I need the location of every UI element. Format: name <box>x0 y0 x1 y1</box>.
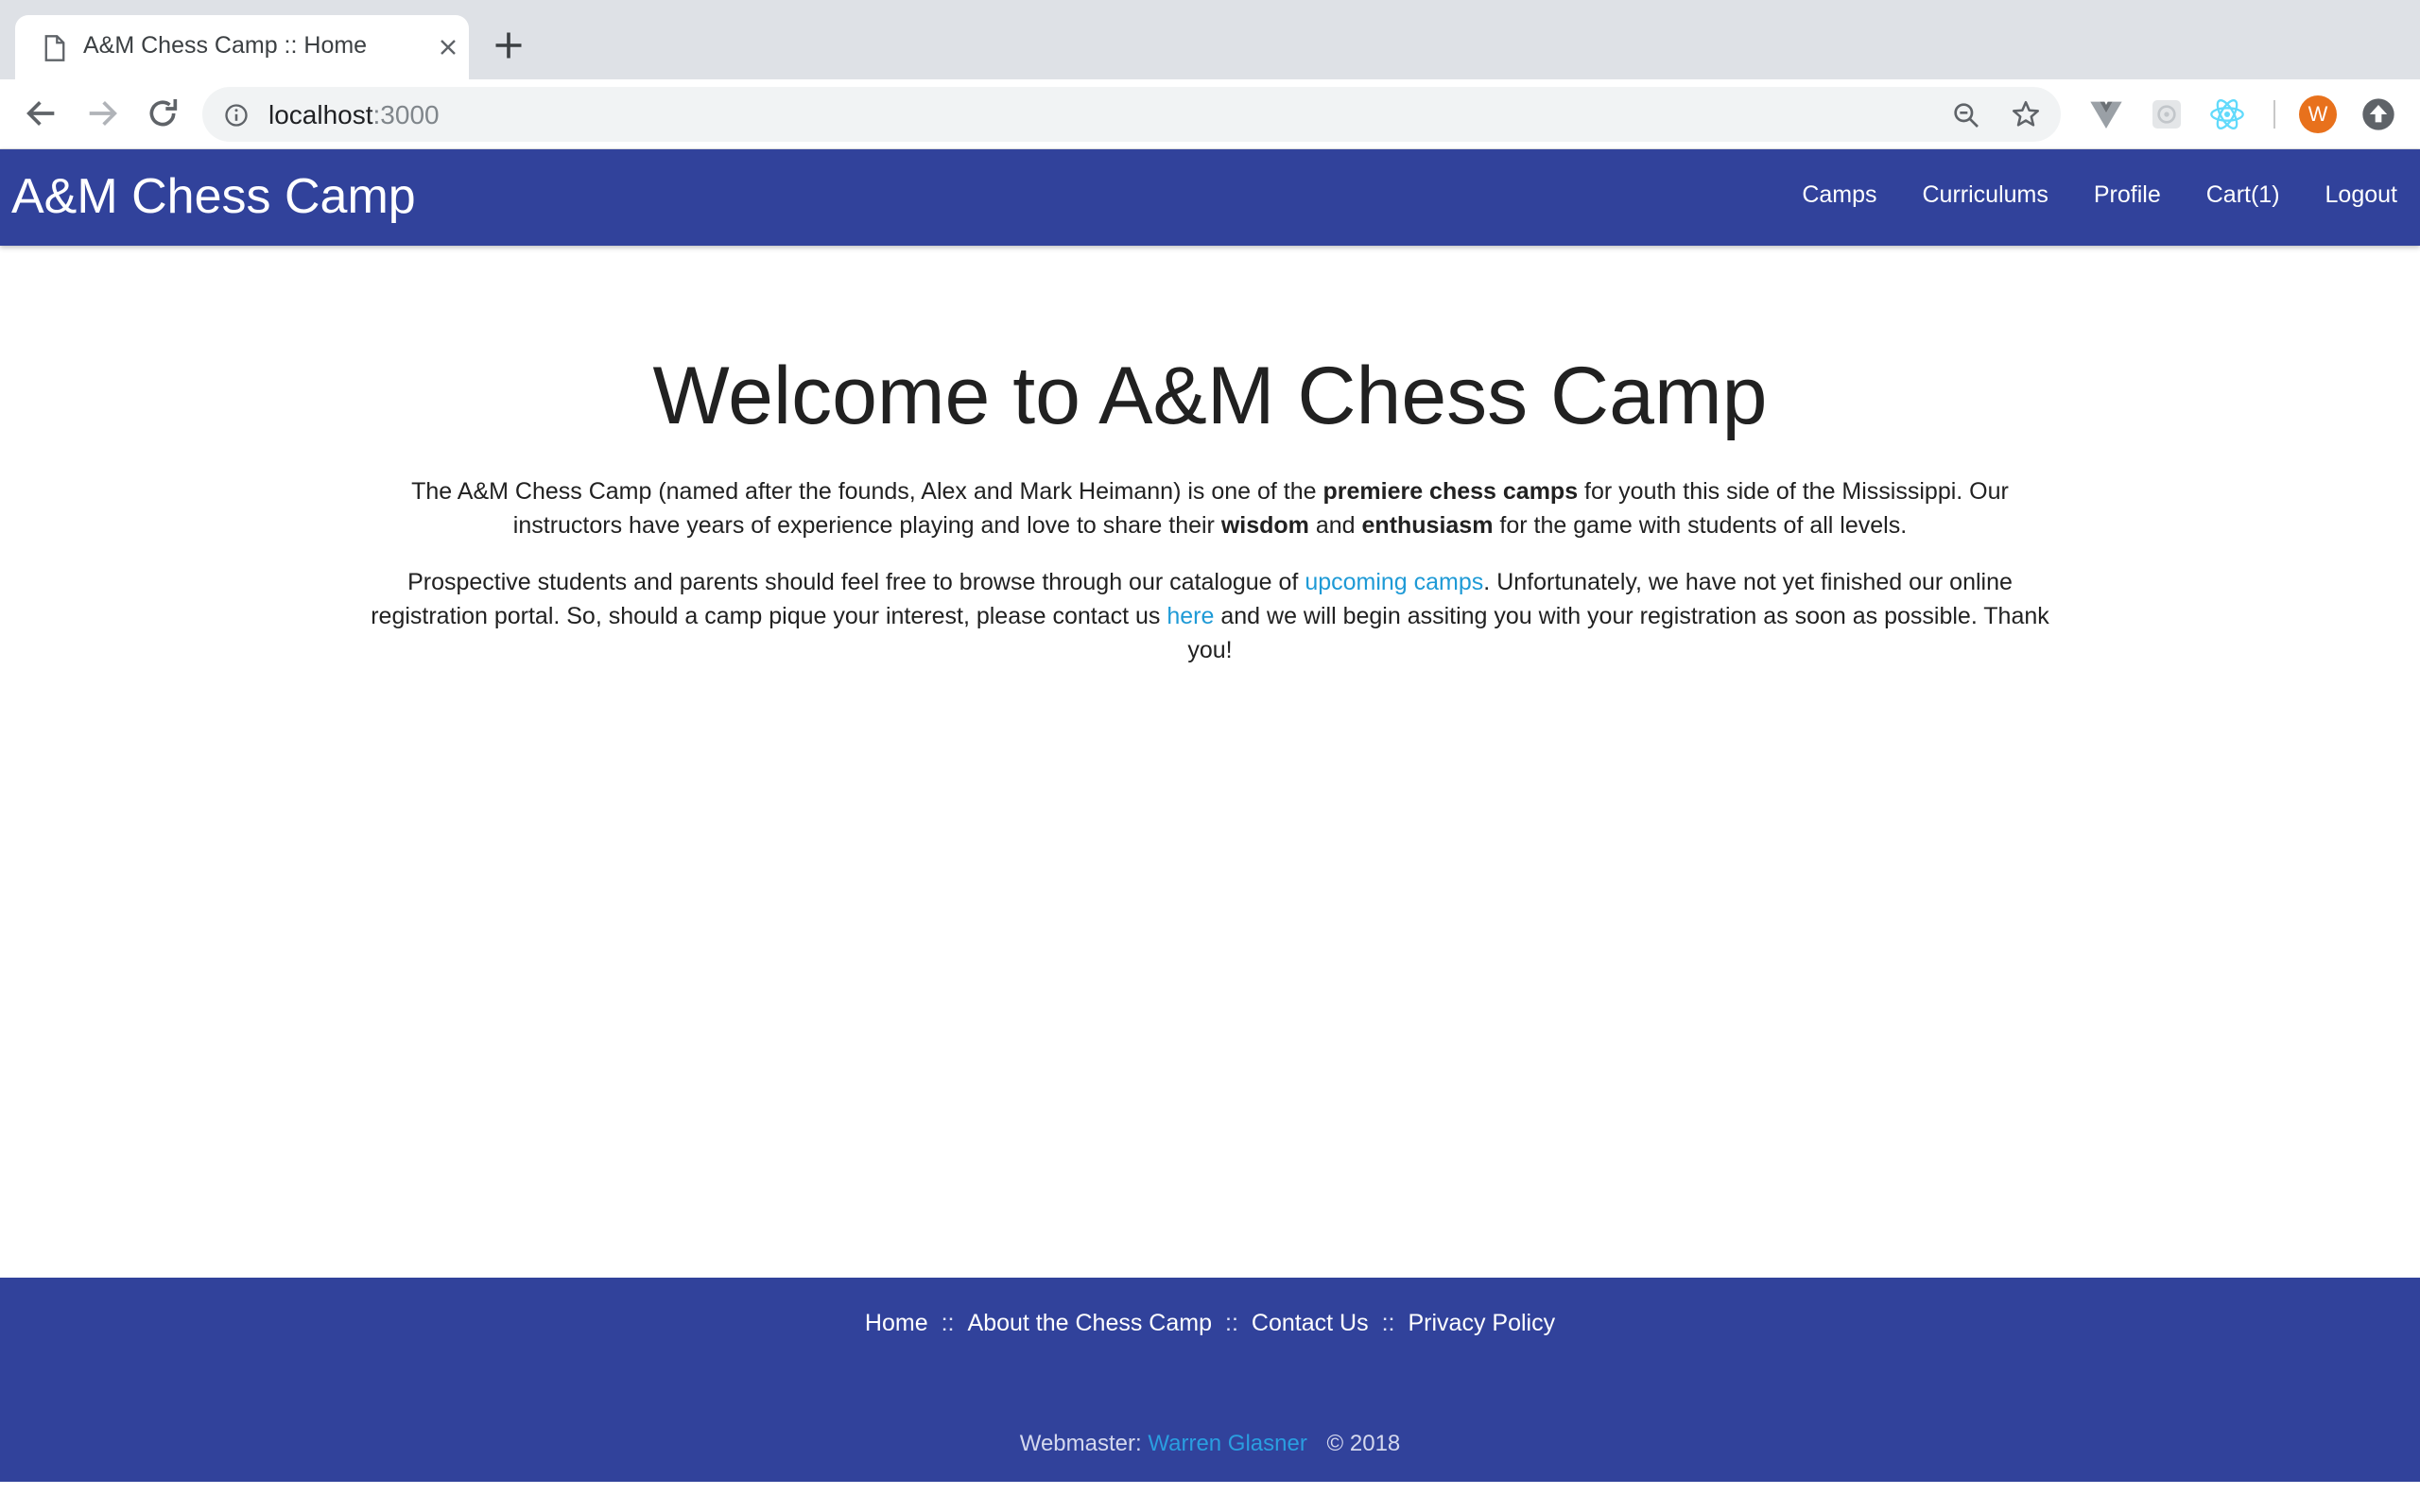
nav-curriculums-link[interactable]: Curriculums <box>1923 181 2048 209</box>
update-arrow-icon[interactable] <box>2360 95 2397 133</box>
nav-logout-link[interactable]: Logout <box>2325 181 2397 209</box>
redux-devtools-icon[interactable] <box>2148 95 2186 133</box>
registration-paragraph: Prospective students and parents should … <box>371 569 2049 663</box>
footer-contact-link[interactable]: Contact Us <box>1252 1310 1369 1336</box>
contact-here-link[interactable]: here <box>1167 603 1214 629</box>
footer-separator: :: <box>1381 1310 1395 1336</box>
page-bottom <box>0 1482 2420 1512</box>
nav-camps-link[interactable]: Camps <box>1802 181 1876 209</box>
bookmark-star-icon[interactable] <box>2010 98 2042 130</box>
toolbar-divider <box>2273 100 2275 129</box>
page-title: Welcome to A&M Chess Camp <box>652 351 1768 441</box>
footer-separator: :: <box>941 1310 955 1336</box>
browser-toolbar: localhost:3000 W <box>0 79 2420 149</box>
webmaster-label: Webmaster: <box>1019 1431 1142 1456</box>
footer-links: Home:: About the Chess Camp:: Contact Us::… <box>0 1310 2420 1337</box>
react-devtools-icon[interactable] <box>2208 95 2246 133</box>
nav-profile-link[interactable]: Profile <box>2094 181 2161 209</box>
nav-cart-link[interactable]: Cart(1) <box>2206 181 2280 209</box>
zoom-out-icon[interactable] <box>1951 100 1981 130</box>
reload-icon[interactable] <box>144 94 182 132</box>
copyright-text: © 2018 <box>1326 1431 1401 1456</box>
address-bar[interactable]: localhost:3000 <box>202 87 2061 142</box>
intro-paragraph: The A&M Chess Camp (named after the foun… <box>411 478 2009 539</box>
site-navbar: A&M Chess Camp Camps Curriculums Profile… <box>0 149 2420 246</box>
nav-links: Camps Curriculums Profile Cart(1) Logout <box>1802 181 2397 209</box>
vue-devtools-icon[interactable] <box>2087 95 2125 133</box>
profile-avatar[interactable]: W <box>2299 95 2337 133</box>
footer-privacy-link[interactable]: Privacy Policy <box>1408 1310 1555 1336</box>
site-brand[interactable]: A&M Chess Camp <box>11 168 416 225</box>
close-icon[interactable] <box>437 36 459 59</box>
tab-title: A&M Chess Camp :: Home <box>83 32 368 59</box>
footer-about-link[interactable]: About the Chess Camp <box>968 1310 1212 1336</box>
document-icon <box>44 35 65 61</box>
webmaster-link[interactable]: Warren Glasner <box>1148 1431 1307 1456</box>
browser-tab[interactable]: A&M Chess Camp :: Home <box>15 15 469 79</box>
forward-arrow-icon[interactable] <box>83 94 121 132</box>
new-tab-icon[interactable] <box>492 28 526 62</box>
footer-separator: :: <box>1225 1310 1238 1336</box>
back-arrow-icon[interactable] <box>23 94 60 132</box>
upcoming-camps-link[interactable]: upcoming camps <box>1305 569 1483 595</box>
main-content: Welcome to A&M Chess Camp The A&M Chess … <box>0 246 2420 1278</box>
site-footer: Home:: About the Chess Camp:: Contact Us::… <box>0 1278 2420 1482</box>
url-text[interactable]: localhost:3000 <box>268 100 440 130</box>
footer-credit: Webmaster: Warren Glasner © 2018 <box>0 1431 2420 1457</box>
info-icon[interactable] <box>223 102 250 129</box>
footer-home-link[interactable]: Home <box>865 1310 928 1336</box>
browser-tabstrip: A&M Chess Camp :: Home <box>0 0 2420 79</box>
